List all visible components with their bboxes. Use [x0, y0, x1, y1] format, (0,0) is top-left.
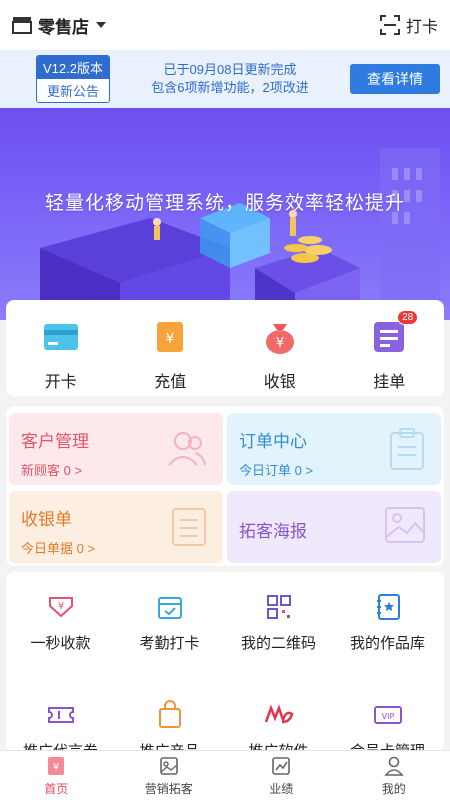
poster-card[interactable]: 拓客海报 [227, 491, 441, 563]
notice-line1: 已于09月08日更新完成 [163, 62, 297, 77]
logo-md-icon [264, 704, 293, 725]
grid-item-label: 我的作品库 [349, 635, 425, 652]
svg-text:¥: ¥ [53, 762, 59, 773]
checkin-button[interactable]: 打卡 [379, 13, 438, 37]
vip-card-icon: VIP [373, 706, 402, 724]
money-bag-icon: ¥ [261, 318, 299, 356]
notice-text: 已于09月08日更新完成 包含6项新增功能，2项改进 [110, 61, 350, 97]
scan-icon [379, 15, 400, 35]
customers-icon [168, 432, 206, 466]
hold-order-badge: 28 [397, 310, 419, 325]
grid-item-vip-card[interactable]: VIP 会员卡管理 [333, 700, 442, 752]
quick-action-hold-order[interactable]: 28 挂单 [335, 300, 445, 396]
svg-text:¥: ¥ [57, 601, 63, 612]
feature-cards: 客户管理 新顾客 0 > 订单中心 今日订单 0 > 收银单 今日单据 0 > … [6, 406, 444, 566]
grid-item-qrcode[interactable]: 我的二维码 [224, 592, 333, 653]
grid-item-ticket[interactable]: 推广代言券 [6, 700, 115, 752]
svg-text:¥: ¥ [276, 336, 284, 351]
version-box: V12.2版本 更新公告 [36, 55, 110, 103]
svg-text:¥: ¥ [166, 331, 175, 347]
grid-item-label: 一秒收款 [30, 635, 91, 652]
grid-item-quick-pay[interactable]: ¥ 一秒收款 [6, 592, 115, 653]
chevron-down-icon [96, 22, 106, 28]
store-name: 零售店 [38, 17, 89, 37]
banner-title: 轻量化移动管理系统，服务效率轻松提升 [44, 193, 405, 214]
quick-action-label: 开卡 [44, 374, 77, 391]
marketing-icon [159, 756, 178, 775]
quick-action-recharge[interactable]: ¥ 充值 [116, 300, 226, 396]
image-icon [385, 507, 425, 543]
quick-action-label: 收银 [263, 374, 296, 391]
chart-icon [272, 756, 291, 775]
update-notice: V12.2版本 更新公告 已于09月08日更新完成 包含6项新增功能，2项改进 … [0, 50, 450, 108]
store-icon [12, 17, 32, 34]
tab-label: 我的 [381, 781, 406, 796]
tab-marketing[interactable]: 营销拓客 [113, 751, 226, 800]
card-icon [42, 318, 80, 356]
recharge-icon: ¥ [151, 318, 189, 356]
promo-banner[interactable]: 轻量化移动管理系统，服务效率轻松提升 [0, 108, 450, 320]
grid-item-label: 考勤打卡 [139, 635, 200, 652]
grid-item-attendance[interactable]: 考勤打卡 [115, 592, 224, 653]
tab-home[interactable]: ¥ 首页 [0, 751, 113, 800]
quick-action-cashier[interactable]: ¥ 收银 [225, 300, 335, 396]
customer-management-card[interactable]: 客户管理 新顾客 0 > [9, 413, 223, 485]
bottom-tab-bar: ¥ 首页 营销拓客 业绩 我的 [0, 750, 450, 800]
notice-line2: 包含6项新增功能，2项改进 [151, 80, 309, 95]
quick-action-label: 挂单 [373, 374, 406, 391]
tab-label: 业绩 [269, 781, 294, 796]
version-label: V12.2版本 [37, 56, 109, 79]
clipboard-icon [390, 428, 424, 470]
grid-item-label: 我的二维码 [240, 635, 316, 652]
quick-action-open-card[interactable]: 开卡 [6, 300, 116, 396]
grid-item-software[interactable]: 推广软件 [224, 700, 333, 752]
grid-item-product[interactable]: 推广产品 [115, 700, 224, 752]
document-icon [172, 508, 206, 546]
svg-text:VIP: VIP [381, 712, 394, 721]
tab-label: 首页 [44, 781, 69, 796]
hold-order-icon: 28 [370, 310, 419, 356]
top-bar: 零售店 打卡 [0, 0, 450, 50]
portfolio-icon [376, 594, 400, 620]
order-center-card[interactable]: 订单中心 今日订单 0 > [227, 413, 441, 485]
ticket-icon [47, 707, 74, 723]
user-icon [384, 756, 404, 776]
store-selector[interactable]: 零售店 [12, 13, 107, 38]
home-icon: ¥ [48, 756, 65, 775]
quick-actions: 开卡 ¥ 充值 ¥ 收银 28 挂单 [6, 300, 444, 396]
grid-item-portfolio[interactable]: 我的作品库 [333, 592, 442, 653]
qrcode-icon [266, 595, 291, 619]
checkin-label: 打卡 [405, 19, 438, 36]
quick-action-label: 充值 [154, 374, 187, 391]
calendar-check-icon [157, 597, 182, 619]
bag-icon [158, 700, 181, 728]
view-details-button[interactable]: 查看详情 [350, 64, 440, 94]
tab-me[interactable]: 我的 [338, 751, 450, 800]
tab-performance[interactable]: 业绩 [225, 751, 338, 800]
feature-grid: ¥ 一秒收款 考勤打卡 我的二维码 我的作品库 推广代言券 推广产品 推广软件 … [6, 572, 444, 752]
receipts-card[interactable]: 收银单 今日单据 0 > [9, 491, 223, 563]
announcement-label: 更新公告 [37, 79, 109, 102]
tab-label: 营销拓客 [144, 781, 193, 796]
quick-pay-icon: ¥ [48, 597, 73, 618]
